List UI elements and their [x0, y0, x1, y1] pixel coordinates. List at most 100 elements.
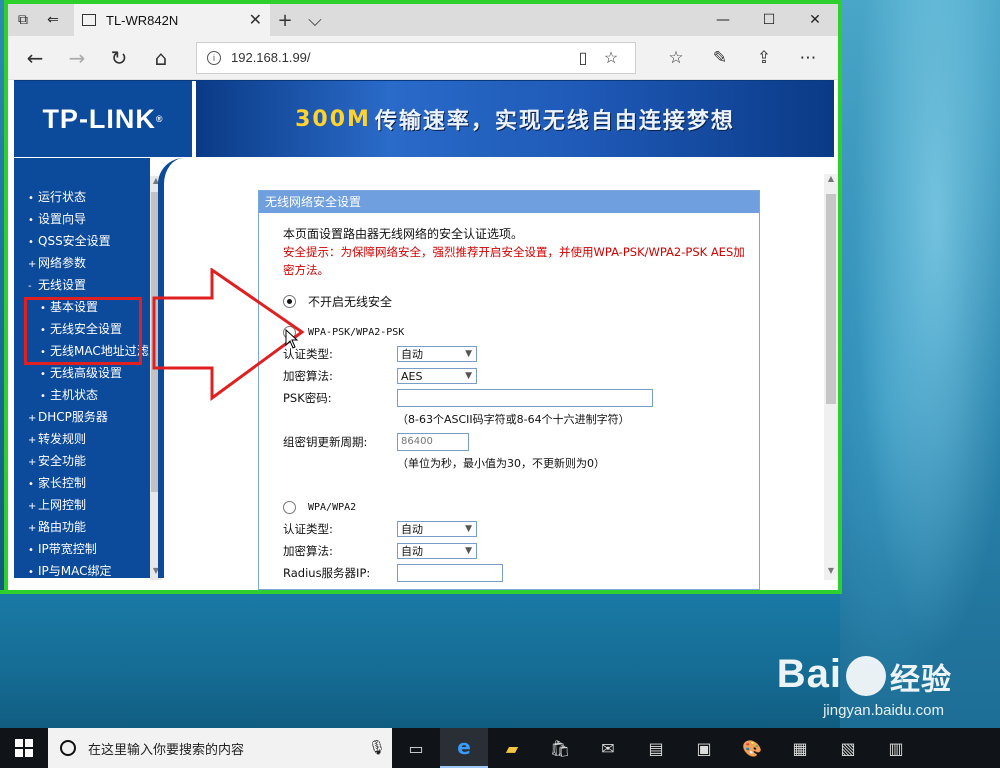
option-none-row[interactable]: 不开启无线安全 [283, 293, 759, 310]
sidebar-item-marker: • [28, 545, 34, 556]
sidebar-item-marker: • [28, 479, 34, 490]
group-key-input[interactable]: 86400 [397, 433, 469, 451]
watermark-brand-left: Bai [776, 652, 842, 696]
windows-start-icon[interactable] [0, 728, 48, 768]
desktop-wallpaper [840, 0, 1000, 728]
scroll-down-icon[interactable]: ▼ [824, 566, 838, 580]
sidebar-item[interactable]: + 路由功能 [14, 516, 150, 538]
app-icon-5[interactable]: ▥ [872, 728, 920, 768]
sidebar-item[interactable]: • 无线高级设置 [14, 362, 150, 384]
sidebar-item[interactable]: + 转发规则 [14, 428, 150, 450]
address-url[interactable]: 192.168.1.99/ [231, 50, 569, 65]
new-tab-icon[interactable]: + [270, 10, 300, 31]
mouse-cursor-icon [285, 329, 299, 349]
share-icon[interactable]: ⇪ [742, 40, 786, 76]
wpa-enc-select[interactable]: 自动 ▼ [397, 543, 477, 559]
back-icon[interactable]: ← [14, 40, 56, 76]
sidebar-item[interactable]: • IP与MAC绑定 [14, 560, 150, 582]
sidebar-item[interactable]: • 设置向导 [14, 208, 150, 230]
refresh-icon[interactable]: ↻ [98, 40, 140, 76]
sidebar-item[interactable]: + 网络参数 [14, 252, 150, 274]
psk-enc-select[interactable]: AES ▼ [397, 368, 477, 384]
search-placeholder[interactable]: 在这里输入你要搜索的内容 [88, 739, 362, 758]
sidebar-item[interactable]: + 安全功能 [14, 450, 150, 472]
radius-ip-input[interactable] [397, 564, 503, 582]
back-tabs-icon[interactable]: ⇐ [38, 4, 68, 36]
chevron-down-icon: ▼ [465, 349, 472, 359]
chevron-down-icon: ▼ [465, 524, 472, 534]
sidebar-item[interactable]: + DHCP服务器 [14, 406, 150, 428]
sidebar-item-marker: + [28, 457, 37, 468]
sidebar-item[interactable]: + 上网控制 [14, 494, 150, 516]
reading-view-icon[interactable]: ▯ [569, 48, 597, 68]
close-icon[interactable]: ✕ [249, 10, 262, 30]
nav-bar: ← → ↻ ⌂ i 192.168.1.99/ ▯ ☆ ☆ ✎ ⇪ ⋯ [8, 36, 838, 80]
taskbar-search[interactable]: 在这里输入你要搜索的内容 🎙 [48, 728, 392, 768]
tab-active[interactable]: TL-WR842N ✕ [74, 4, 270, 36]
cortana-icon[interactable] [60, 740, 76, 756]
edge-icon[interactable]: e [440, 728, 488, 768]
sidebar-item-label: 主机状态 [50, 388, 99, 402]
tab-set-aside-icon[interactable]: ⧉ [8, 4, 38, 36]
sidebar-item[interactable]: • 主机状态 [14, 384, 150, 406]
sidebar-item[interactable]: • QSS安全设置 [14, 230, 150, 252]
annotation-highlight-box [24, 297, 142, 365]
mail-icon[interactable]: ✉ [584, 728, 632, 768]
address-bar[interactable]: i 192.168.1.99/ ▯ ☆ [196, 41, 636, 74]
app-icon-2[interactable]: ▣ [680, 728, 728, 768]
sidebar-item[interactable]: • IP带宽控制 [14, 538, 150, 560]
group-key-label: 组密钥更新周期: [283, 435, 368, 449]
window-close-icon[interactable]: ✕ [792, 4, 838, 36]
tplink-logo: TP-LINK ® [14, 81, 192, 157]
window-controls: — ☐ ✕ [700, 4, 838, 36]
content-scrollbar[interactable]: ▲ ▼ [824, 174, 838, 580]
app-icon-3[interactable]: ▦ [776, 728, 824, 768]
sidebar-item[interactable]: • 运行状态 [14, 186, 150, 208]
sidebar-item-marker: • [28, 215, 34, 226]
psk-password-input[interactable] [397, 389, 653, 407]
notes-icon[interactable]: ✎ [698, 40, 742, 76]
maximize-icon[interactable]: ☐ [746, 4, 792, 36]
psk-auth-value: 自动 [401, 348, 423, 361]
tab-bar: ⧉ ⇐ TL-WR842N ✕ + ⌵ — ☐ ✕ [8, 4, 838, 36]
paint-icon[interactable]: 🎨 [728, 728, 776, 768]
sidebar-item-marker: + [28, 501, 37, 512]
home-icon[interactable]: ⌂ [140, 40, 182, 76]
sidebar-item[interactable]: • 家长控制 [14, 472, 150, 494]
sidebar-item[interactable]: - 无线设置 [14, 274, 150, 296]
sidebar-item-label: IP带宽控制 [38, 542, 97, 556]
slogan-text: 传输速率，实现无线自由连接梦想 [374, 109, 735, 134]
app-icon-1[interactable]: ▤ [632, 728, 680, 768]
chevron-down-icon[interactable]: ⌵ [300, 10, 330, 31]
sidebar-item-marker: + [28, 435, 37, 446]
taskbar: 在这里输入你要搜索的内容 🎙 ▭ e ▰ 🛍 ✉ ▤ ▣ 🎨 ▦ ▧ ▥ [0, 728, 1000, 768]
psk-auth-select[interactable]: 自动 ▼ [397, 346, 477, 362]
chevron-down-icon: ▼ [465, 371, 472, 381]
minimize-icon[interactable]: — [700, 4, 746, 36]
favorites-hub-icon[interactable]: ☆ [654, 40, 698, 76]
info-icon[interactable]: i [207, 50, 221, 65]
sidebar-item-marker: - [28, 281, 32, 292]
option-wpa-row[interactable]: WPA/WPA2 [283, 501, 759, 514]
favorite-icon[interactable]: ☆ [597, 48, 625, 68]
sidebar-item-label: 家长控制 [38, 476, 87, 490]
slogan-highlight: 300M [295, 106, 371, 132]
app-icon-4[interactable]: ▧ [824, 728, 872, 768]
panel-title: 无线网络安全设置 [259, 191, 759, 213]
forward-icon[interactable]: → [56, 40, 98, 76]
desktop-wallpaper-lower [0, 594, 840, 728]
sidebar-menu: • 运行状态 • 设置向导 • QSS安全设置 + 网络参数 - 无线设置 • 基本设置 • 无线安全设置… [14, 158, 150, 578]
store-icon[interactable]: 🛍 [536, 728, 584, 768]
option-psk-row[interactable]: WPA-PSK/WPA2-PSK [283, 326, 759, 339]
scroll-up-icon[interactable]: ▲ [824, 174, 838, 188]
more-icon[interactable]: ⋯ [786, 40, 830, 76]
file-explorer-icon[interactable]: ▰ [488, 728, 536, 768]
task-view-icon[interactable]: ▭ [392, 728, 440, 768]
sidebar-item-label: 设置向导 [38, 212, 87, 226]
microphone-icon[interactable]: 🎙 [362, 740, 392, 756]
radio-wpa[interactable] [283, 501, 296, 514]
scroll-thumb[interactable] [826, 194, 836, 404]
chevron-down-icon: ▼ [465, 546, 472, 556]
wpa-auth-select[interactable]: 自动 ▼ [397, 521, 477, 537]
panel-description: 本页面设置路由器无线网络的安全认证选项。 [283, 227, 524, 241]
